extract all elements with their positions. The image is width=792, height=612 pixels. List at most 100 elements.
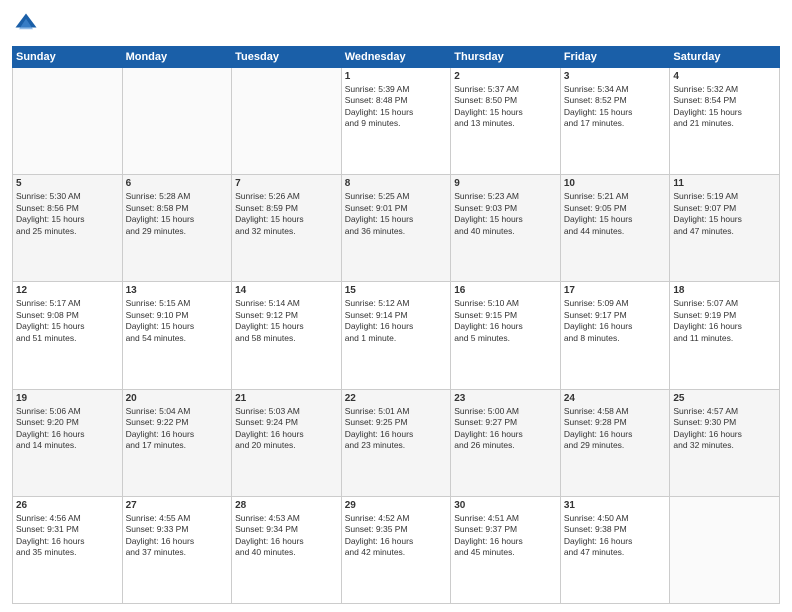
weekday-monday: Monday [122, 47, 232, 68]
day-number: 16 [454, 285, 557, 296]
day-number: 26 [16, 500, 119, 511]
calendar-cell: 28 Sunrise: 4:53 AM Sunset: 9:34 PM Dayli… [232, 496, 342, 603]
day-number: 1 [345, 71, 448, 82]
calendar-cell: 12 Sunrise: 5:17 AM Sunset: 9:08 PM Dayli… [13, 282, 123, 389]
calendar-cell: 25Sunrise: 4:57 AM Sunset: 9:30 PM Dayli… [670, 389, 780, 496]
day-info: Sunrise: 5:25 AM Sunset: 9:01 PM Dayligh… [345, 191, 448, 237]
day-info: Sunrise: 4:55 AM Sunset: 9:33 PM Dayligh… [126, 513, 229, 559]
calendar-cell: 26 Sunrise: 4:56 AM Sunset: 9:31 PM Dayli… [13, 496, 123, 603]
weekday-tuesday: Tuesday [232, 47, 342, 68]
day-number: 9 [454, 178, 557, 189]
logo [12, 10, 44, 38]
day-number: 29 [345, 500, 448, 511]
calendar-cell: 24 Sunrise: 4:58 AM Sunset: 9:28 PM Dayli… [560, 389, 670, 496]
logo-icon [12, 10, 40, 38]
calendar-cell: 29 Sunrise: 4:52 AM Sunset: 9:35 PM Dayli… [341, 496, 451, 603]
day-info: Sunrise: 5:39 AM Sunset: 8:48 PM Dayligh… [345, 84, 448, 130]
calendar-cell: 22 Sunrise: 5:01 AM Sunset: 9:25 PM Dayli… [341, 389, 451, 496]
day-info: Sunrise: 4:51 AM Sunset: 9:37 PM Dayligh… [454, 513, 557, 559]
calendar-body: 1 Sunrise: 5:39 AM Sunset: 8:48 PM Daylig… [13, 68, 780, 604]
calendar-cell: 16 Sunrise: 5:10 AM Sunset: 9:15 PM Dayli… [451, 282, 561, 389]
week-row-3: 19 Sunrise: 5:06 AM Sunset: 9:20 PM Dayli… [13, 389, 780, 496]
calendar-cell: 20 Sunrise: 5:04 AM Sunset: 9:22 PM Dayli… [122, 389, 232, 496]
weekday-sunday: Sunday [13, 47, 123, 68]
day-info: Sunrise: 5:06 AM Sunset: 9:20 PM Dayligh… [16, 406, 119, 452]
calendar-cell: 7 Sunrise: 5:26 AM Sunset: 8:59 PM Daylig… [232, 175, 342, 282]
day-info: Sunrise: 4:52 AM Sunset: 9:35 PM Dayligh… [345, 513, 448, 559]
day-info: Sunrise: 5:04 AM Sunset: 9:22 PM Dayligh… [126, 406, 229, 452]
header [12, 10, 780, 38]
day-info: Sunrise: 5:37 AM Sunset: 8:50 PM Dayligh… [454, 84, 557, 130]
day-info: Sunrise: 5:21 AM Sunset: 9:05 PM Dayligh… [564, 191, 667, 237]
calendar-cell: 11Sunrise: 5:19 AM Sunset: 9:07 PM Dayli… [670, 175, 780, 282]
calendar-cell: 1 Sunrise: 5:39 AM Sunset: 8:48 PM Daylig… [341, 68, 451, 175]
day-info: Sunrise: 5:34 AM Sunset: 8:52 PM Dayligh… [564, 84, 667, 130]
calendar-cell: 21 Sunrise: 5:03 AM Sunset: 9:24 PM Dayli… [232, 389, 342, 496]
day-info: Sunrise: 5:30 AM Sunset: 8:56 PM Dayligh… [16, 191, 119, 237]
day-info: Sunrise: 5:03 AM Sunset: 9:24 PM Dayligh… [235, 406, 338, 452]
day-number: 22 [345, 393, 448, 404]
calendar-cell: 6Sunrise: 5:28 AM Sunset: 8:58 PM Daylig… [122, 175, 232, 282]
day-number: 28 [235, 500, 338, 511]
calendar-cell: 4 Sunrise: 5:32 AM Sunset: 8:54 PM Daylig… [670, 68, 780, 175]
calendar-cell: 3Sunrise: 5:34 AM Sunset: 8:52 PM Daylig… [560, 68, 670, 175]
day-number: 23 [454, 393, 557, 404]
calendar-cell [13, 68, 123, 175]
day-info: Sunrise: 5:10 AM Sunset: 9:15 PM Dayligh… [454, 298, 557, 344]
page: SundayMondayTuesdayWednesdayThursdayFrid… [0, 0, 792, 612]
day-info: Sunrise: 5:19 AM Sunset: 9:07 PM Dayligh… [673, 191, 776, 237]
day-number: 8 [345, 178, 448, 189]
calendar-cell: 10 Sunrise: 5:21 AM Sunset: 9:05 PM Dayli… [560, 175, 670, 282]
day-info: Sunrise: 4:53 AM Sunset: 9:34 PM Dayligh… [235, 513, 338, 559]
calendar-cell [670, 496, 780, 603]
day-number: 12 [16, 285, 119, 296]
day-number: 7 [235, 178, 338, 189]
day-number: 31 [564, 500, 667, 511]
day-number: 2 [454, 71, 557, 82]
calendar-cell: 8 Sunrise: 5:25 AM Sunset: 9:01 PM Daylig… [341, 175, 451, 282]
day-number: 4 [673, 71, 776, 82]
day-info: Sunrise: 5:01 AM Sunset: 9:25 PM Dayligh… [345, 406, 448, 452]
day-number: 19 [16, 393, 119, 404]
day-info: Sunrise: 5:26 AM Sunset: 8:59 PM Dayligh… [235, 191, 338, 237]
week-row-4: 26 Sunrise: 4:56 AM Sunset: 9:31 PM Dayli… [13, 496, 780, 603]
day-info: Sunrise: 4:56 AM Sunset: 9:31 PM Dayligh… [16, 513, 119, 559]
day-info: Sunrise: 5:32 AM Sunset: 8:54 PM Dayligh… [673, 84, 776, 130]
day-number: 27 [126, 500, 229, 511]
day-number: 10 [564, 178, 667, 189]
week-row-2: 12 Sunrise: 5:17 AM Sunset: 9:08 PM Dayli… [13, 282, 780, 389]
day-info: Sunrise: 5:14 AM Sunset: 9:12 PM Dayligh… [235, 298, 338, 344]
weekday-header-row: SundayMondayTuesdayWednesdayThursdayFrid… [13, 47, 780, 68]
week-row-1: 5Sunrise: 5:30 AM Sunset: 8:56 PM Daylig… [13, 175, 780, 282]
calendar-cell: 27 Sunrise: 4:55 AM Sunset: 9:33 PM Dayli… [122, 496, 232, 603]
calendar-cell: 18Sunrise: 5:07 AM Sunset: 9:19 PM Dayli… [670, 282, 780, 389]
day-number: 20 [126, 393, 229, 404]
day-info: Sunrise: 4:58 AM Sunset: 9:28 PM Dayligh… [564, 406, 667, 452]
calendar-cell: 9Sunrise: 5:23 AM Sunset: 9:03 PM Daylig… [451, 175, 561, 282]
day-info: Sunrise: 5:00 AM Sunset: 9:27 PM Dayligh… [454, 406, 557, 452]
day-number: 15 [345, 285, 448, 296]
calendar-cell: 31Sunrise: 4:50 AM Sunset: 9:38 PM Dayli… [560, 496, 670, 603]
calendar-header: SundayMondayTuesdayWednesdayThursdayFrid… [13, 47, 780, 68]
weekday-friday: Friday [560, 47, 670, 68]
day-number: 14 [235, 285, 338, 296]
calendar-table: SundayMondayTuesdayWednesdayThursdayFrid… [12, 46, 780, 604]
day-info: Sunrise: 5:28 AM Sunset: 8:58 PM Dayligh… [126, 191, 229, 237]
day-number: 21 [235, 393, 338, 404]
calendar-cell [122, 68, 232, 175]
day-info: Sunrise: 5:17 AM Sunset: 9:08 PM Dayligh… [16, 298, 119, 344]
day-info: Sunrise: 5:15 AM Sunset: 9:10 PM Dayligh… [126, 298, 229, 344]
calendar-cell: 23 Sunrise: 5:00 AM Sunset: 9:27 PM Dayli… [451, 389, 561, 496]
calendar-cell: 15 Sunrise: 5:12 AM Sunset: 9:14 PM Dayli… [341, 282, 451, 389]
day-info: Sunrise: 5:12 AM Sunset: 9:14 PM Dayligh… [345, 298, 448, 344]
calendar-cell: 30 Sunrise: 4:51 AM Sunset: 9:37 PM Dayli… [451, 496, 561, 603]
day-number: 24 [564, 393, 667, 404]
weekday-thursday: Thursday [451, 47, 561, 68]
day-number: 17 [564, 285, 667, 296]
day-number: 25 [673, 393, 776, 404]
weekday-saturday: Saturday [670, 47, 780, 68]
calendar-cell: 2 Sunrise: 5:37 AM Sunset: 8:50 PM Daylig… [451, 68, 561, 175]
day-number: 30 [454, 500, 557, 511]
calendar-cell: 19 Sunrise: 5:06 AM Sunset: 9:20 PM Dayli… [13, 389, 123, 496]
day-number: 18 [673, 285, 776, 296]
